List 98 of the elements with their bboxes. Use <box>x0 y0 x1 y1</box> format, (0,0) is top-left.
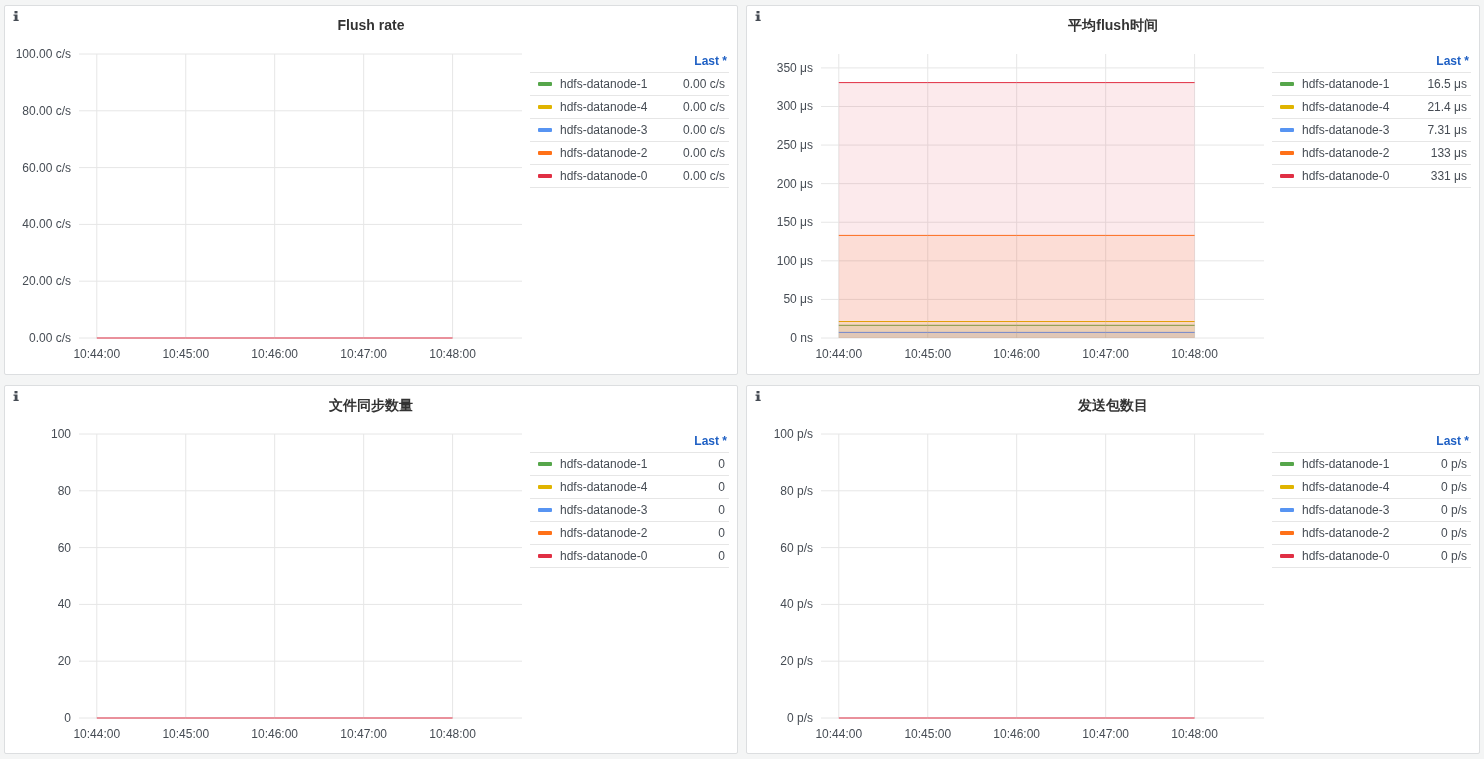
axis-tick-label: 10:46:00 <box>251 347 299 361</box>
panel-title: Flush rate <box>336 17 406 33</box>
axis-tick-label: 10:45:00 <box>162 726 210 741</box>
legend-value: 0 <box>718 502 725 517</box>
axis-tick-label: 200 μs <box>776 176 813 191</box>
legend-value: 0 <box>718 479 725 494</box>
axis-tick-label: 10:47:00 <box>340 726 387 741</box>
legend-value: 7.31 μs <box>1427 123 1467 137</box>
legend-series-name[interactable]: hdfs-datanode-4 <box>1302 479 1431 494</box>
axis-tick-label: 250 μs <box>776 138 813 153</box>
axis-tick-label: 0 <box>64 710 71 725</box>
axis-tick-label: 80.00 c/s <box>22 103 71 118</box>
axis-tick-label: 10:46:00 <box>251 726 299 741</box>
legend-series-name[interactable]: hdfs-datanode-3 <box>560 123 673 137</box>
axis-tick-label: 150 μs <box>776 215 813 230</box>
axis-tick-label: 60.00 c/s <box>22 160 71 175</box>
axis-tick-label: 10:46:00 <box>993 347 1041 361</box>
axis-tick-label: 100 p/s <box>773 426 813 441</box>
info-icon[interactable] <box>755 11 761 21</box>
legend-column-header[interactable]: Last * <box>694 54 729 72</box>
legend-series-name[interactable]: hdfs-datanode-0 <box>560 548 709 563</box>
axis-tick-label: 10:45:00 <box>904 347 952 361</box>
axis-tick-label: 350 μs <box>776 60 813 75</box>
axis-tick-label: 40 p/s <box>780 596 813 611</box>
legend-column-header[interactable]: Last * <box>1436 54 1471 72</box>
legend-value: 0 p/s <box>1441 548 1467 563</box>
axis-tick-label: 10:45:00 <box>162 347 210 361</box>
axis-tick-label: 50 μs <box>783 292 813 307</box>
axis-tick-label: 10:44:00 <box>815 726 863 741</box>
legend-series-name[interactable]: hdfs-datanode-1 <box>560 77 673 91</box>
legend-value: 0.00 c/s <box>682 123 725 137</box>
legend-series-name[interactable]: hdfs-datanode-0 <box>1302 169 1421 183</box>
legend-value: 331 μs <box>1430 169 1467 183</box>
legend-series-name[interactable]: hdfs-datanode-0 <box>560 169 673 183</box>
legend-series-name[interactable]: hdfs-datanode-4 <box>1302 100 1418 114</box>
axis-tick-label: 10:47:00 <box>1082 347 1129 361</box>
legend-series-name[interactable]: hdfs-datanode-2 <box>560 146 673 160</box>
axis-tick-label: 10:44:00 <box>73 347 121 361</box>
legend-value: 21.4 μs <box>1427 100 1467 114</box>
legend-series-name[interactable]: hdfs-datanode-3 <box>1302 502 1431 517</box>
axis-tick-label: 100 μs <box>776 253 813 268</box>
axis-tick-label: 10:44:00 <box>73 726 121 741</box>
axis-tick-label: 10:48:00 <box>429 347 476 361</box>
axis-tick-label: 80 <box>57 483 71 498</box>
info-icon[interactable] <box>755 390 761 401</box>
legend-series-name[interactable]: hdfs-datanode-3 <box>560 502 709 517</box>
axis-tick-label: 10:44:00 <box>815 347 863 361</box>
legend-value: 0 <box>718 525 725 540</box>
axis-tick-label: 60 p/s <box>780 540 813 555</box>
legend-value: 0 p/s <box>1441 502 1467 517</box>
legend-column-header[interactable]: Last * <box>1436 433 1471 452</box>
legend-value: 16.5 μs <box>1427 77 1467 91</box>
legend-series-name[interactable]: hdfs-datanode-4 <box>560 100 673 114</box>
info-icon[interactable] <box>13 390 19 401</box>
axis-tick-label: 10:48:00 <box>429 726 476 741</box>
panel-title: 平均flush时间 <box>1067 17 1159 35</box>
legend-series-name[interactable]: hdfs-datanode-1 <box>1302 456 1431 471</box>
legend-series-name[interactable]: hdfs-datanode-1 <box>1302 77 1418 91</box>
axis-tick-label: 100 <box>50 426 71 441</box>
axis-tick-label: 80 p/s <box>780 483 813 498</box>
axis-tick-label: 40.00 c/s <box>22 217 71 232</box>
legend-series-name[interactable]: hdfs-datanode-4 <box>560 479 709 494</box>
axis-tick-label: 0.00 c/s <box>28 331 71 345</box>
legend-value: 133 μs <box>1430 146 1467 160</box>
axis-tick-label: 20.00 c/s <box>22 274 71 289</box>
legend-value: 0 <box>718 456 725 471</box>
axis-tick-label: 10:48:00 <box>1171 726 1218 741</box>
legend-value: 0.00 c/s <box>682 77 725 91</box>
axis-tick-label: 10:47:00 <box>340 347 387 361</box>
axis-tick-label: 10:47:00 <box>1082 726 1129 741</box>
legend-value: 0 <box>718 548 725 563</box>
legend-series-name[interactable]: hdfs-datanode-2 <box>1302 525 1431 540</box>
axis-tick-label: 40 <box>57 596 71 611</box>
panel-title: 文件同步数量 <box>328 396 414 415</box>
axis-tick-label: 100.00 c/s <box>15 47 71 61</box>
axis-tick-label: 20 p/s <box>780 653 813 668</box>
legend-value: 0 p/s <box>1441 525 1467 540</box>
info-icon[interactable] <box>13 11 19 21</box>
legend-value: 0 p/s <box>1441 479 1467 494</box>
axis-tick-label: 0 ns <box>790 331 813 345</box>
legend-column-header[interactable]: Last * <box>694 433 729 452</box>
axis-tick-label: 60 <box>57 540 71 555</box>
panel-title: 发送包数目 <box>1077 396 1149 415</box>
axis-tick-label: 10:46:00 <box>993 726 1041 741</box>
legend-series-name[interactable]: hdfs-datanode-2 <box>560 525 709 540</box>
axis-tick-label: 10:48:00 <box>1171 347 1218 361</box>
axis-tick-label: 300 μs <box>776 99 813 114</box>
legend-series-name[interactable]: hdfs-datanode-3 <box>1302 123 1418 137</box>
legend-value: 0.00 c/s <box>682 100 725 114</box>
axis-tick-label: 10:45:00 <box>904 726 952 741</box>
legend-value: 0.00 c/s <box>682 169 725 183</box>
legend-value: 0 p/s <box>1441 456 1467 471</box>
axis-tick-label: 20 <box>57 653 71 668</box>
axis-tick-label: 0 p/s <box>787 710 813 725</box>
legend-value: 0.00 c/s <box>682 146 725 160</box>
legend-series-name[interactable]: hdfs-datanode-0 <box>1302 548 1431 563</box>
legend-series-name[interactable]: hdfs-datanode-2 <box>1302 146 1421 160</box>
legend-series-name[interactable]: hdfs-datanode-1 <box>560 456 709 471</box>
